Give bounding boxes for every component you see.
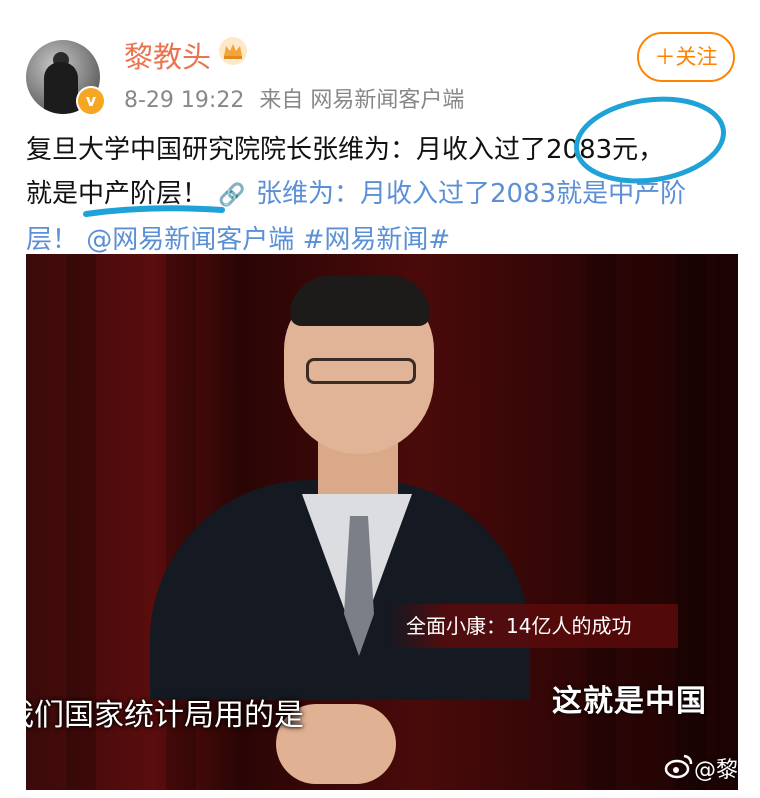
speaker-hair [290,276,430,326]
mention-link[interactable]: @网易新闻客户端 [86,225,294,255]
video-watermark: @黎 [694,758,738,783]
link-icon: 🔗 [218,183,246,208]
weibo-logo-icon [664,754,693,779]
avatar-figure [44,62,78,114]
verified-badge-icon: v [76,86,106,116]
follow-button[interactable]: ＋关注 [637,32,735,82]
post-date: 8-29 19:22 [124,88,245,113]
video-banner: 全面小康：14亿人的成功 [388,604,678,648]
post-line-2-text: 就是中产阶层！ [26,179,209,209]
post-meta: 8-29 19:22 来自 网易新闻客户端 [124,82,472,114]
article-link[interactable]: 张维为：月收入过了2083就是中产阶 [256,179,686,209]
article-link-end[interactable]: 层！ [26,225,78,255]
video-subtitle: 我们国家统计局用的是 [26,698,304,733]
post-source[interactable]: 来自 网易新闻客户端 [259,88,464,113]
username[interactable]: 黎教头 [124,34,211,76]
hashtag-link[interactable]: #网易新闻# [303,225,451,255]
speaker-glasses [306,358,416,384]
post-line-1: 复旦大学中国研究院院长张维为：月收入过了2083元， [26,135,665,165]
post-text: 复旦大学中国研究院院长张维为：月收入过了2083元， 就是中产阶层！ 🔗 张维为… [26,128,738,262]
post-line-2: 就是中产阶层！ 🔗 张维为：月收入过了2083就是中产阶 [26,172,738,218]
crown-icon [219,37,247,65]
video-thumbnail[interactable]: 全面小康：14亿人的成功 这就是中国 我们国家统计局用的是 @黎 [26,254,738,790]
show-logo: 这就是中国 [552,684,707,719]
